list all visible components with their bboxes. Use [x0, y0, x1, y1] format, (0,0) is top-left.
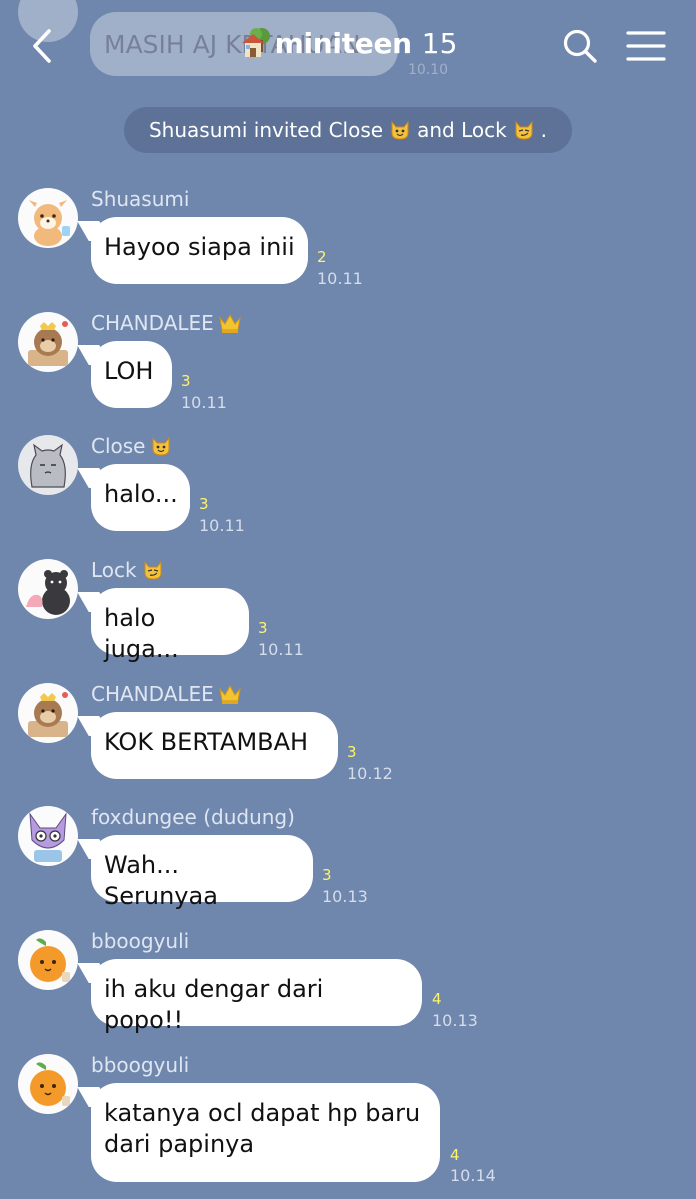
message-time: 10.11 — [199, 516, 245, 535]
read-count: 4 — [450, 1146, 460, 1164]
message-time: 10.13 — [322, 887, 368, 906]
read-count: 3 — [347, 743, 357, 761]
otter-avatar[interactable] — [18, 683, 78, 743]
crown-icon — [219, 684, 241, 704]
sender-name: CHANDALEE — [91, 681, 242, 707]
message-bubble[interactable]: katanya ocl dapat hp baru dari papinya — [91, 1083, 440, 1182]
sender-name: bboogyuli — [91, 928, 189, 954]
sender-name-text: bboogyuli — [91, 929, 190, 953]
smirking-cat-emoji-icon — [144, 560, 162, 580]
message-time: 10.12 — [347, 764, 393, 783]
message-bubble[interactable]: ih aku dengar dari popo!! — [91, 959, 422, 1034]
message-bubble[interactable]: Wah... Serunyaa — [91, 835, 313, 910]
search-icon — [563, 29, 597, 63]
sender-name-text: Close — [91, 434, 146, 458]
house-with-tree-icon — [241, 28, 270, 57]
message-bubble[interactable]: LOH — [91, 341, 172, 408]
sender-name: foxdungee (dudung) — [91, 804, 295, 830]
sender-name-text: CHANDALEE — [91, 682, 214, 706]
notice-text-2: and Lock — [417, 118, 507, 142]
sender-name: Lock — [91, 557, 165, 583]
sender-name-text: Lock — [91, 558, 137, 582]
black-bear-avatar[interactable] — [18, 559, 78, 619]
message-bubble[interactable]: KOK BERTAMBAH — [91, 712, 338, 779]
deer-avatar[interactable] — [18, 188, 78, 248]
sender-name-text: Shuasumi — [91, 187, 190, 211]
chat-header: MASIH AJ KETAHUAN 10.10 miniteen 15 — [0, 0, 696, 95]
read-count: 4 — [432, 990, 442, 1008]
orange-avatar[interactable] — [18, 1054, 78, 1114]
sender-name-text: foxdungee (dudung) — [91, 805, 295, 829]
message-time: 10.11 — [181, 393, 227, 412]
hamburger-menu-icon — [626, 31, 666, 61]
grey-cat-avatar[interactable] — [18, 435, 78, 495]
fox-avatar[interactable] — [18, 806, 78, 866]
read-count: 3 — [258, 619, 268, 637]
scrolled-message-time: 10.10 — [408, 62, 449, 78]
message-time: 10.11 — [317, 269, 363, 288]
read-count: 3 — [181, 372, 191, 390]
otter-avatar[interactable] — [18, 312, 78, 372]
message-bubble[interactable]: halo... — [91, 464, 190, 531]
orange-avatar[interactable] — [18, 930, 78, 990]
sender-name-text: CHANDALEE — [91, 311, 214, 335]
system-invite-notice: Shuasumi invited Close and Lock . — [124, 107, 572, 153]
notice-text-1: Shuasumi invited Close — [148, 118, 384, 142]
message-bubble[interactable]: halo juga... — [91, 588, 249, 663]
read-count: 2 — [317, 248, 327, 266]
sender-name: Shuasumi — [91, 186, 189, 212]
crown-icon — [219, 313, 241, 333]
message-time: 10.11 — [258, 640, 304, 659]
message-time: 10.14 — [450, 1166, 496, 1185]
sender-name: Close — [91, 433, 173, 459]
message-bubble[interactable]: Hayoo siapa inii — [91, 217, 308, 284]
read-count: 3 — [322, 866, 332, 884]
menu-button[interactable] — [624, 28, 668, 64]
member-count: 15 — [421, 26, 458, 60]
notice-text-3: . — [540, 118, 548, 142]
search-button[interactable] — [560, 26, 600, 66]
group-name: miniteen — [274, 26, 413, 60]
read-count: 3 — [199, 495, 209, 513]
message-time: 10.13 — [432, 1011, 478, 1030]
sender-name: bboogyuli — [91, 1052, 189, 1078]
sender-name-text: bboogyuli — [91, 1053, 190, 1077]
smiling-cat-emoji-icon — [152, 436, 170, 456]
smirking-cat-emoji-icon — [515, 120, 533, 140]
sender-name: CHANDALEE — [91, 310, 242, 336]
smiling-cat-emoji-icon — [391, 120, 409, 140]
